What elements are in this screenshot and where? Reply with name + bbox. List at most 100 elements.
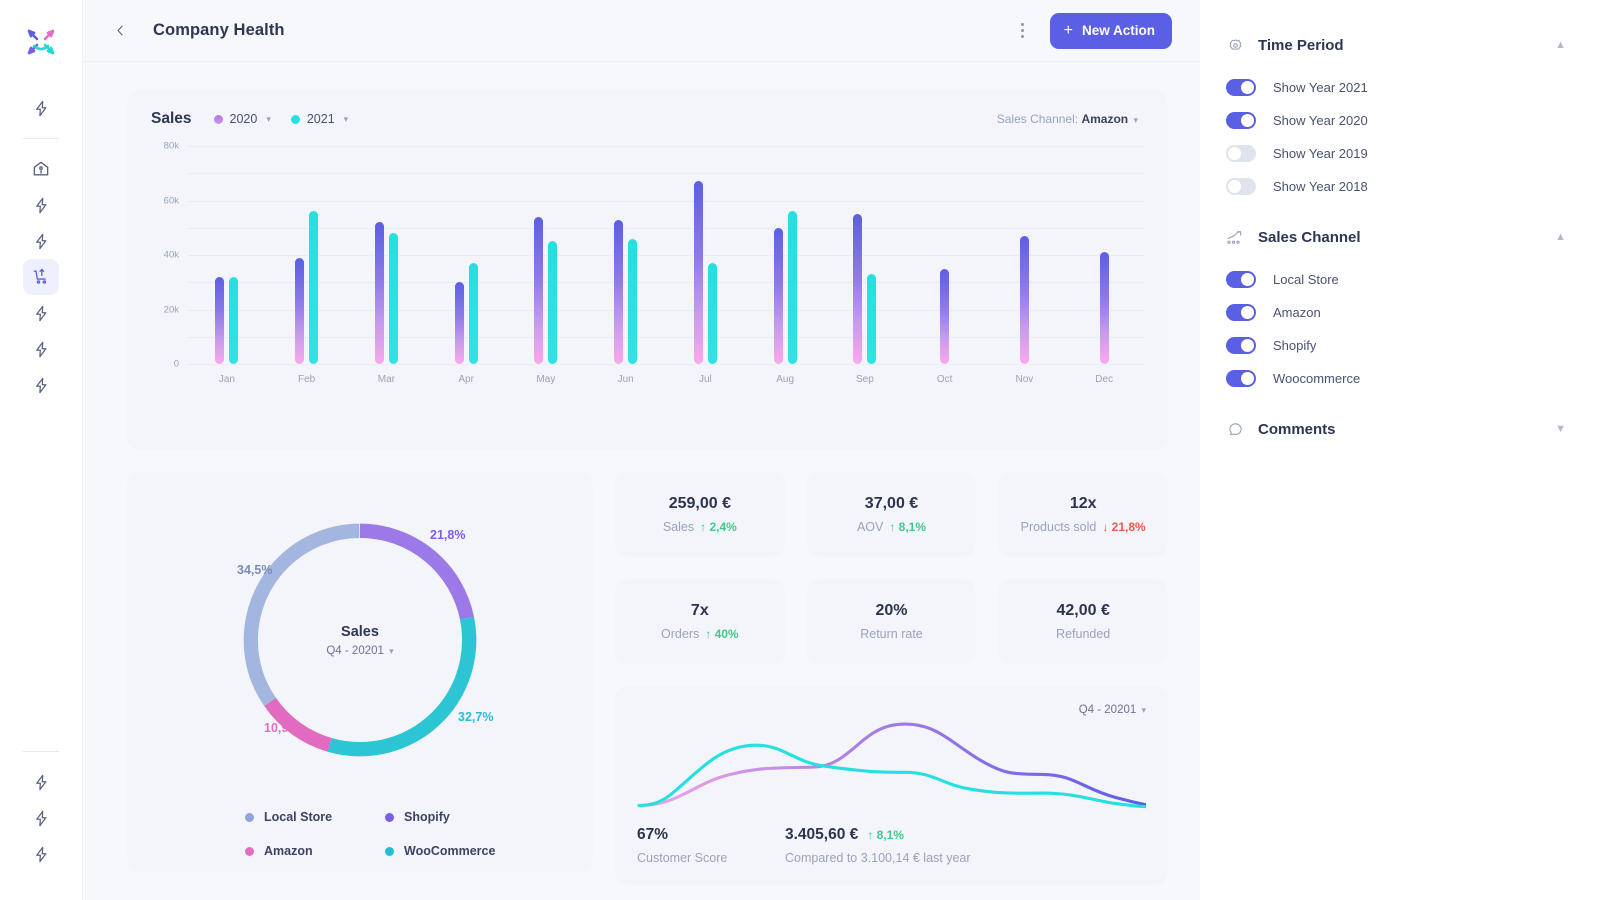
toggle-row-local-store[interactable]: Local Store <box>1200 263 1600 296</box>
rail-item-home[interactable] <box>23 151 59 187</box>
legend-item-shopify[interactable]: Shopify <box>385 810 525 824</box>
toggle-switch[interactable] <box>1226 145 1256 162</box>
toggle-row-amazon[interactable]: Amazon <box>1200 296 1600 329</box>
kpi-label: Orders <box>661 627 700 641</box>
bar-2020-Jun[interactable] <box>614 219 624 364</box>
kpi-card[interactable]: 7x Orders ↑ 40% <box>615 579 785 664</box>
bar-2020-Sep[interactable] <box>853 214 863 364</box>
bar-2021-Mar[interactable] <box>388 233 398 364</box>
rail-item-5[interactable] <box>23 367 59 403</box>
kpi-card[interactable]: 37,00 € AOV ↑ 8,1% <box>806 472 977 557</box>
rail-item-1[interactable] <box>23 187 59 223</box>
bar-2021-Jul[interactable] <box>707 263 717 364</box>
kpi-value: 37,00 € <box>864 495 919 512</box>
bolt-icon[interactable] <box>23 295 59 331</box>
legend-item-local-store[interactable]: Local Store <box>245 810 385 824</box>
kpi-card[interactable]: 20% Return rate <box>806 579 977 664</box>
panel-section-time-period[interactable]: Time Period ▲ <box>1200 28 1600 62</box>
bolt-icon[interactable] <box>23 223 59 259</box>
toggle-switch[interactable] <box>1226 79 1256 96</box>
bottom-row: Sales Q4 - 20201 ▾ 21,8% 32,7% 10,9% 34,… <box>127 472 1168 886</box>
app-logo[interactable] <box>21 22 61 62</box>
toggle-row-show-year-2019[interactable]: Show Year 2019 <box>1200 137 1600 170</box>
rail-bottom-item-2[interactable] <box>23 836 59 872</box>
bolt-icon[interactable] <box>23 800 59 836</box>
toggle-row-show-year-2020[interactable]: Show Year 2020 <box>1200 104 1600 137</box>
bar-2021-Feb[interactable] <box>309 211 319 364</box>
legend-year-2020[interactable]: 2020 ▾ <box>213 112 271 126</box>
bolt-icon[interactable] <box>23 331 59 367</box>
toggle-row-show-year-2021[interactable]: Show Year 2021 <box>1200 71 1600 104</box>
chevron-up-icon[interactable]: ▲ <box>1555 231 1566 243</box>
toggle-switch[interactable] <box>1226 112 1256 129</box>
toggle-row-shopify[interactable]: Shopify <box>1200 329 1600 362</box>
toggle-switch[interactable] <box>1226 178 1256 195</box>
bolt-icon[interactable] <box>23 90 59 126</box>
x-axis-tick: Jan <box>218 374 235 385</box>
toggle-switch[interactable] <box>1226 271 1256 288</box>
toggle-row-woocommerce[interactable]: Woocommerce <box>1200 362 1600 395</box>
bar-2021-May[interactable] <box>548 241 558 364</box>
bar-2021-Jun[interactable] <box>628 238 638 364</box>
trend-period-selector[interactable]: Q4 - 20201 ▾ <box>1079 704 1146 716</box>
rail-item-3[interactable] <box>23 295 59 331</box>
toggle-switch[interactable] <box>1226 337 1256 354</box>
kpi-subtitle: Return rate <box>860 627 923 641</box>
legend-item-woocommerce[interactable]: WooCommerce <box>385 844 525 858</box>
bar-2020-Oct[interactable] <box>940 268 950 364</box>
toggle-switch[interactable] <box>1226 304 1256 321</box>
bar-2021-Aug[interactable] <box>787 211 797 364</box>
bar-2020-Aug[interactable] <box>773 227 783 364</box>
bar-2021-Sep[interactable] <box>867 274 877 364</box>
legend-item-amazon[interactable]: Amazon <box>245 844 385 858</box>
chevron-down-icon[interactable]: ▼ <box>1555 423 1566 435</box>
chevron-down-icon: ▾ <box>1141 705 1146 715</box>
bar-2020-Mar[interactable] <box>374 222 384 364</box>
bolt-icon[interactable] <box>23 187 59 223</box>
cart-upload-icon[interactable] <box>23 259 59 295</box>
rail-item-sales[interactable] <box>23 259 59 295</box>
bar-2020-Apr[interactable] <box>454 282 464 364</box>
toggle-row-show-year-2018[interactable]: Show Year 2018 <box>1200 170 1600 203</box>
bar-2021-Apr[interactable] <box>468 263 478 364</box>
kpi-card[interactable]: 12x Products sold ↓ 21,8% <box>998 472 1168 557</box>
donut-period-selector[interactable]: Q4 - 20201 ▾ <box>326 645 393 657</box>
panel-section-title: Sales Channel <box>1258 228 1361 246</box>
panel-section-sales-channel[interactable]: Sales Channel ▲ <box>1200 220 1600 254</box>
bar-2020-Dec[interactable] <box>1099 252 1109 364</box>
toggle-knob <box>1228 180 1241 193</box>
customer-score-block: 67% Customer Score <box>637 826 785 865</box>
new-action-button[interactable]: + New Action <box>1049 12 1172 49</box>
panel-section-comments[interactable]: Comments ▼ <box>1200 412 1600 446</box>
sales-channel-selector[interactable]: Sales Channel: Amazon ▾ <box>997 112 1138 126</box>
chevron-left-icon[interactable] <box>107 18 133 44</box>
bar-2020-Nov[interactable] <box>1019 235 1029 364</box>
amount-value: 3.405,60 € <box>785 826 859 844</box>
rail-bottom-item-0[interactable] <box>23 764 59 800</box>
rail-item-2[interactable] <box>23 223 59 259</box>
rail-item-4[interactable] <box>23 331 59 367</box>
amount-comparison-label: Compared to 3.100,14 € last year <box>785 851 971 866</box>
x-axis-tick: Jul <box>698 374 712 385</box>
home-icon[interactable] <box>23 151 59 187</box>
bolt-icon[interactable] <box>23 367 59 403</box>
kpi-card[interactable]: 42,00 € Refunded <box>998 579 1168 664</box>
rail-item-0[interactable] <box>23 90 59 126</box>
toggle-label: Show Year 2021 <box>1273 80 1368 95</box>
bolt-icon[interactable] <box>23 836 59 872</box>
bar-2021-Jan[interactable] <box>229 276 239 364</box>
toggle-switch[interactable] <box>1226 370 1256 387</box>
legend-year-2021[interactable]: 2021 ▾ <box>290 112 348 126</box>
toggle-knob <box>1241 273 1254 286</box>
chevron-up-icon[interactable]: ▲ <box>1555 39 1566 51</box>
rail-bottom-item-1[interactable] <box>23 800 59 836</box>
bar-2020-Jan[interactable] <box>215 276 225 364</box>
bar-2020-Jul[interactable] <box>693 181 703 364</box>
bar-2020-Feb[interactable] <box>295 257 305 364</box>
more-vertical-icon[interactable] <box>1010 18 1036 44</box>
bar-2020-May[interactable] <box>534 216 544 364</box>
y-axis-tick: 40k <box>163 249 179 261</box>
bolt-icon[interactable] <box>23 764 59 800</box>
kpi-card[interactable]: 259,00 € Sales ↑ 2,4% <box>615 472 785 557</box>
